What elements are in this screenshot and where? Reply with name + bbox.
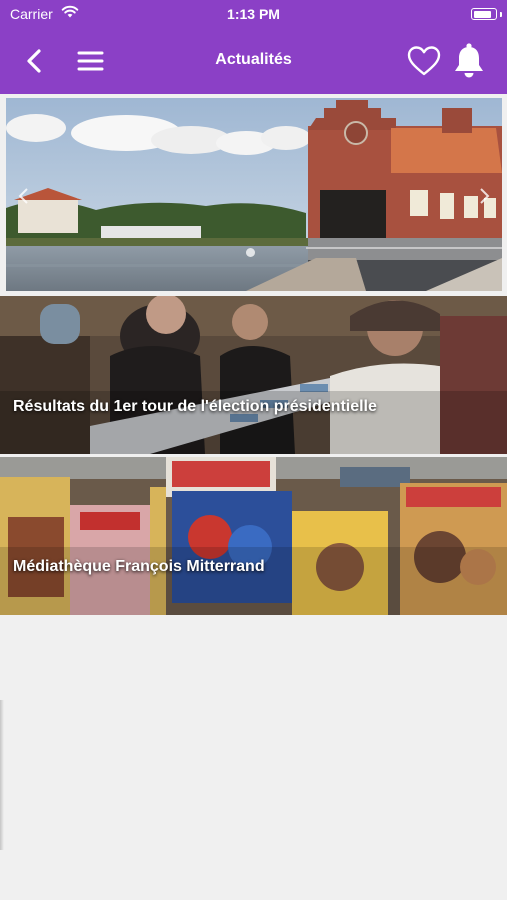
article-title: Résultats du 1er tour de l'élection prés… xyxy=(13,398,377,415)
article-card-mediatheque[interactable]: Médiathèque François Mitterrand xyxy=(0,457,507,615)
carousel-page-indicator[interactable] xyxy=(246,248,255,257)
bell-icon xyxy=(455,43,483,78)
favorites-button[interactable] xyxy=(406,43,442,79)
featured-carousel[interactable] xyxy=(6,98,502,291)
article-image-mediatheque xyxy=(0,457,507,615)
article-image-election xyxy=(0,296,507,454)
edge-shadow xyxy=(0,700,4,850)
carousel-slide-image xyxy=(6,98,502,291)
article-card-election[interactable]: Résultats du 1er tour de l'élection prés… xyxy=(0,296,507,454)
heart-icon xyxy=(407,46,441,76)
app-header: Carrier 1:13 PM Actualités xyxy=(0,0,507,94)
battery-icon xyxy=(471,8,497,20)
status-bar: Carrier 1:13 PM xyxy=(0,0,507,28)
status-time: 1:13 PM xyxy=(227,6,280,22)
navigation-bar: Actualités xyxy=(0,28,507,94)
carousel-next-icon[interactable] xyxy=(474,186,494,206)
carousel-prev-icon[interactable] xyxy=(14,186,34,206)
notifications-button[interactable] xyxy=(451,42,487,80)
article-title: Médiathèque François Mitterrand xyxy=(13,558,265,575)
battery-level xyxy=(473,10,491,18)
battery-tip xyxy=(500,11,502,17)
